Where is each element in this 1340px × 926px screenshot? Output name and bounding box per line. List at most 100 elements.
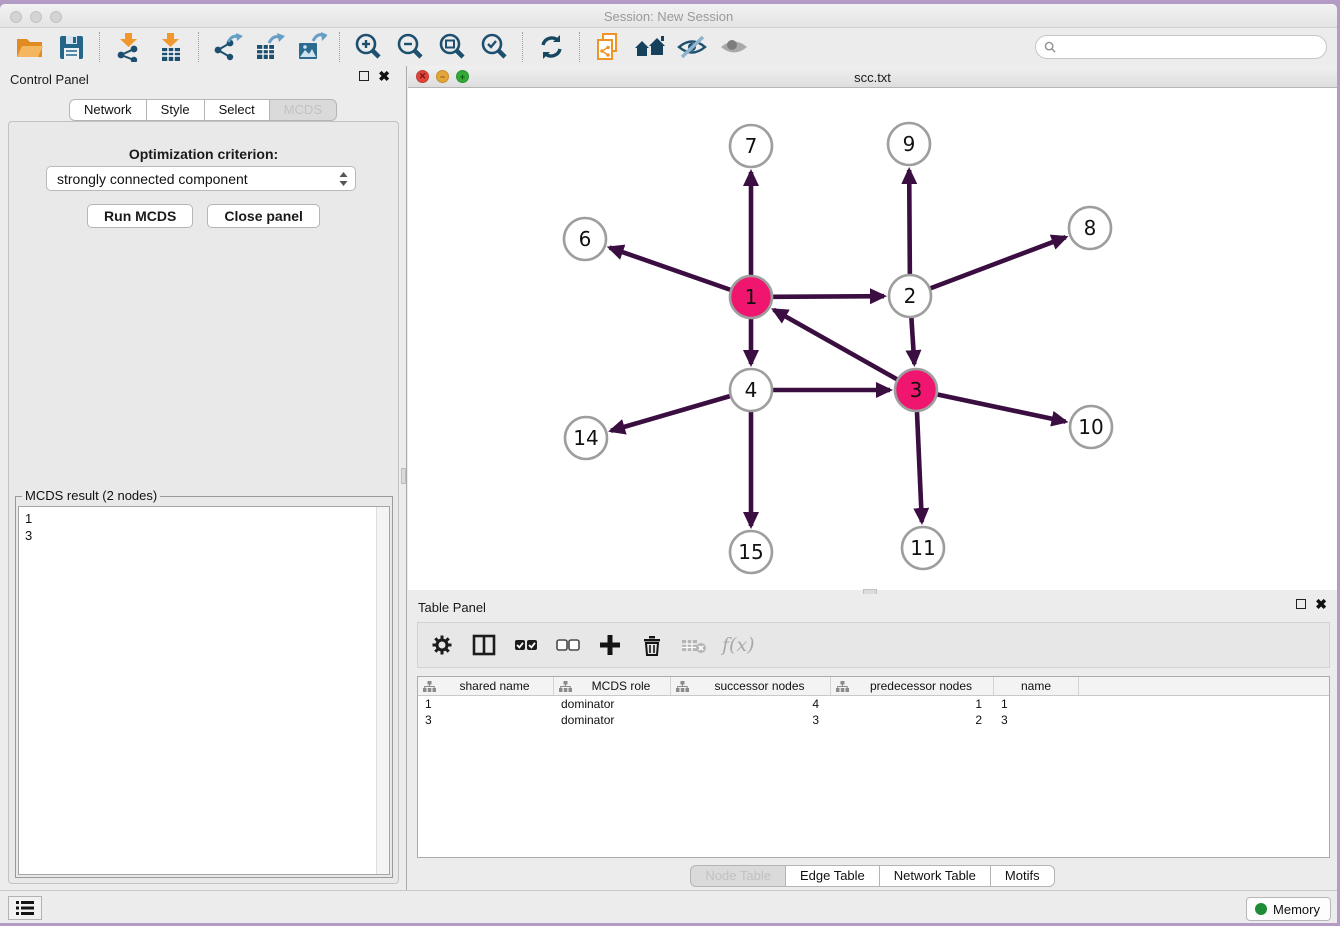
columns-icon[interactable] [470,631,498,659]
export-image-icon[interactable] [294,31,328,63]
close-panel-icon[interactable]: ✖ [378,71,390,81]
list-icon [15,900,35,916]
search-box[interactable] [1035,35,1327,59]
function-icon[interactable]: f(x) [722,634,755,656]
memory-label: Memory [1273,902,1320,917]
float-table-panel-icon[interactable] [1296,599,1306,609]
cell-predecessor-nodes[interactable]: 1 [831,696,994,712]
toolbar-separator [198,32,199,62]
edge-3-11[interactable] [917,412,922,522]
optimization-dropdown[interactable]: strongly connected component [46,166,356,191]
node-table: shared nameMCDS rolesuccessor nodesprede… [417,676,1330,858]
zoom-selected-icon[interactable] [477,31,511,63]
tab-network[interactable]: Network [69,99,147,121]
refresh-icon[interactable] [534,31,568,63]
cell-name[interactable]: 1 [994,696,1079,712]
zoom-in-icon[interactable] [351,31,385,63]
delete-table-icon[interactable] [680,631,708,659]
table-panel-title: Table Panel [418,600,486,615]
main-toolbar [0,28,1337,66]
save-icon[interactable] [54,31,88,63]
cell-name[interactable]: 3 [994,712,1079,728]
network-title: scc.txt [408,70,1337,85]
column-header-MCDS-role[interactable]: MCDS role [554,677,671,695]
network-canvas[interactable]: 1234678910111415 [408,88,1337,590]
close-table-panel-icon[interactable]: ✖ [1315,599,1327,609]
graph-node-label: 10 [1078,415,1103,439]
home-icon[interactable] [633,31,667,63]
network-graph[interactable]: 1234678910111415 [408,88,1337,590]
column-header-name[interactable]: name [994,677,1079,695]
task-history-button[interactable] [8,896,42,920]
dropdown-stepper-icon [338,170,349,188]
tab-edge-table[interactable]: Edge Table [786,865,880,887]
import-table-icon[interactable] [153,31,187,63]
table-row[interactable]: 1dominator411 [418,696,1329,712]
cell-shared-name[interactable]: 3 [418,712,554,728]
column-header-predecessor-nodes[interactable]: predecessor nodes [831,677,994,695]
edge-3-10[interactable] [938,395,1066,422]
edge-1-2[interactable] [773,296,884,297]
edge-4-14[interactable] [611,396,730,431]
tab-network-table[interactable]: Network Table [880,865,991,887]
tab-style[interactable]: Style [147,99,205,121]
add-icon[interactable] [596,631,624,659]
export-table-icon[interactable] [252,31,286,63]
deselect-all-icon[interactable] [554,631,582,659]
graph-node-label: 1 [745,285,758,309]
graph-node-label: 8 [1084,216,1097,240]
edge-2-9[interactable] [909,170,910,274]
select-all-icon[interactable] [512,631,540,659]
show-eye-icon[interactable] [717,31,751,63]
mcds-panel: Optimization criterion: strongly connect… [8,121,399,884]
zoom-out-icon[interactable] [393,31,427,63]
memory-status-icon [1255,903,1267,915]
tab-mcds[interactable]: MCDS [270,99,337,121]
edge-3-1[interactable] [774,310,897,379]
memory-button[interactable]: Memory [1246,897,1331,921]
cell-MCDS-role[interactable]: dominator [554,712,671,728]
hide-eye-icon[interactable] [675,31,709,63]
column-type-icon [559,681,572,692]
table-toolbar: f(x) [417,622,1330,668]
toolbar-separator [579,32,580,62]
tab-node-table[interactable]: Node Table [690,865,786,887]
mcds-result-title: MCDS result (2 nodes) [22,488,160,503]
zoom-fit-icon[interactable] [435,31,469,63]
vertical-splitter-handle[interactable] [401,468,406,484]
cell-MCDS-role[interactable]: dominator [554,696,671,712]
mcds-result-list[interactable]: 1 3 [19,507,376,874]
search-input[interactable] [1060,38,1326,56]
result-scrollbar[interactable] [376,507,389,874]
column-header-successor-nodes[interactable]: successor nodes [671,677,831,695]
edge-2-8[interactable] [931,237,1066,288]
tab-motifs[interactable]: Motifs [991,865,1055,887]
edge-1-6[interactable] [610,248,731,290]
trash-icon[interactable] [638,631,666,659]
cell-predecessor-nodes[interactable]: 2 [831,712,994,728]
cell-successor-nodes[interactable]: 4 [671,696,831,712]
graph-node-label: 7 [745,134,758,158]
graph-node-label: 3 [910,378,923,402]
tab-select[interactable]: Select [205,99,270,121]
import-network-icon[interactable] [111,31,145,63]
open-folder-icon[interactable] [12,31,46,63]
cell-successor-nodes[interactable]: 3 [671,712,831,728]
optimization-value: strongly connected component [57,171,338,187]
column-type-icon [676,681,689,692]
graph-node-label: 4 [745,378,758,402]
network-file-icon[interactable] [591,31,625,63]
gear-icon[interactable] [428,631,456,659]
run-mcds-button[interactable]: Run MCDS [87,204,193,228]
close-panel-button[interactable]: Close panel [207,204,320,228]
status-bar: Memory [0,890,1337,923]
cell-shared-name[interactable]: 1 [418,696,554,712]
column-type-icon [423,681,436,692]
table-row[interactable]: 3dominator323 [418,712,1329,728]
mcds-result-group: MCDS result (2 nodes) 1 3 [15,496,393,878]
export-network-icon[interactable] [210,31,244,63]
float-panel-icon[interactable] [359,71,369,81]
optimization-label: Optimization criterion: [9,146,398,162]
column-header-shared-name[interactable]: shared name [418,677,554,695]
edge-2-3[interactable] [911,318,914,364]
